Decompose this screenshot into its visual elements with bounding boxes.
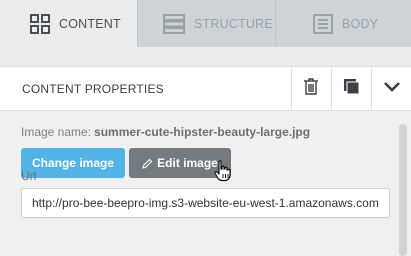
edit-image-label: Edit image [157,156,218,170]
image-file-name: summer-cute-hipster-beauty-large.jpg [94,125,311,139]
panel-title: CONTENT PROPERTIES [22,82,164,96]
chevron-down-icon [383,80,401,98]
tab-content-label: CONTENT [59,16,121,31]
change-image-button[interactable]: Change image [21,148,125,178]
url-value: http://pro-bee-beepro-img.s3-website-eu-… [32,196,379,210]
content-editor-sidebar: CONTENT STRUCTURE BODY CONTENT PROPERTIE… [0,0,411,256]
panel-scrollbar[interactable] [399,124,407,256]
image-name-row: Image name: summer-cute-hipster-beauty-la… [21,125,310,139]
delete-button[interactable] [291,67,330,111]
hand-pointer-cursor-icon [214,160,232,187]
url-label: Url [21,169,37,183]
panel-header: CONTENT PROPERTIES [0,67,411,111]
tab-body-label: BODY [342,16,379,31]
change-image-label: Change image [31,156,115,170]
tab-structure-label: STRUCTURE [194,16,273,31]
structure-rows-icon [163,13,185,34]
duplicate-button[interactable] [331,67,370,111]
tab-bar: CONTENT STRUCTURE BODY [0,0,411,47]
body-document-icon [313,13,333,34]
content-properties-panel: CONTENT PROPERTIES Image name: summer-cu… [0,66,411,256]
url-input[interactable]: http://pro-bee-beepro-img.s3-website-eu-… [21,188,390,218]
duplicate-icon [343,78,360,100]
panel-body: Image name: summer-cute-hipster-beauty-la… [0,111,411,256]
tab-structure[interactable]: STRUCTURE [137,0,275,47]
image-name-label: Image name: [21,125,92,139]
pencil-icon [142,158,153,169]
tab-body[interactable]: BODY [275,0,411,47]
tab-content[interactable]: CONTENT [0,0,137,47]
content-grid-icon [30,13,50,34]
trash-icon [304,78,318,100]
collapse-button[interactable] [371,67,411,111]
